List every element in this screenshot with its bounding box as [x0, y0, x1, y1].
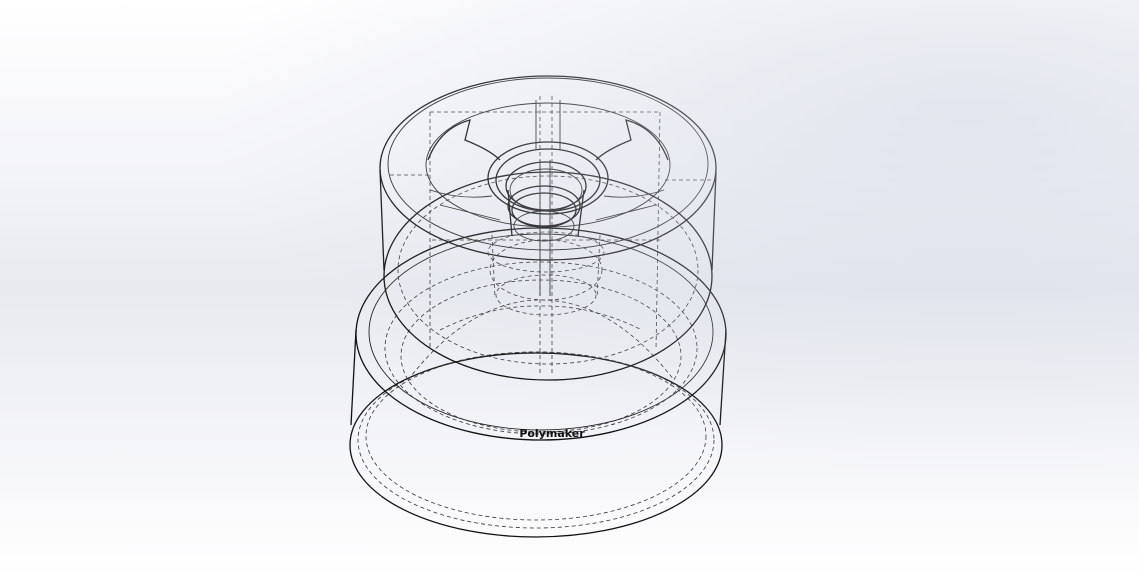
cad-viewport[interactable]: Polymaker [0, 0, 1139, 577]
base-cylinder [349, 227, 727, 538]
wireframe-model[interactable]: Polymaker [0, 0, 1139, 577]
spoke-arms [427, 100, 669, 221]
engraved-logo-text: Polymaker [519, 427, 585, 440]
